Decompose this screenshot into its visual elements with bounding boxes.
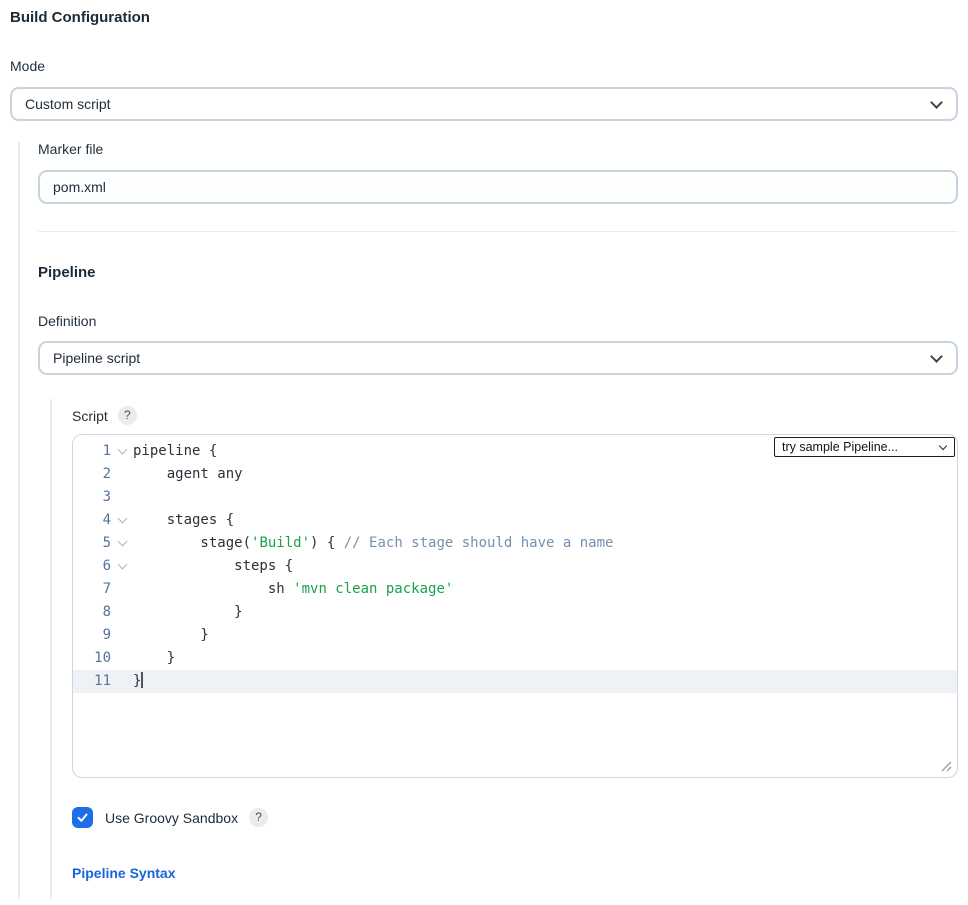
code-text: steps { (133, 555, 293, 578)
code-line[interactable]: 3 (73, 486, 957, 509)
line-number: 6 (73, 555, 111, 578)
sandbox-help-icon[interactable]: ? (249, 808, 268, 827)
custom-script-section: Marker file Pipeline Definition Pipeline… (18, 142, 958, 899)
definition-label: Definition (38, 314, 958, 329)
sandbox-row: Use Groovy Sandbox ? (72, 807, 958, 828)
script-editor[interactable]: 1pipeline {2 agent any34 stages {5 stage… (72, 434, 958, 778)
code-text: } (133, 624, 209, 647)
marker-file-input[interactable] (38, 170, 958, 204)
mode-label: Mode (10, 59, 958, 74)
code-text: } (133, 601, 243, 624)
build-config-page: Build Configuration Mode Custom script M… (0, 0, 968, 899)
definition-select-value: Pipeline script (53, 350, 140, 366)
code-line[interactable]: 11} (73, 670, 957, 693)
code-text: } (133, 670, 143, 693)
code-text: stage('Build') { // Each stage should ha… (133, 532, 613, 555)
code-text: sh 'mvn clean package' (133, 578, 453, 601)
pipeline-script-section: Script ? 1pipeline {2 agent any34 stages… (50, 399, 958, 899)
script-help-icon[interactable]: ? (118, 406, 137, 425)
checkmark-icon (76, 811, 89, 824)
code-line[interactable]: 6 steps { (73, 555, 957, 578)
code-line[interactable]: 4 stages { (73, 509, 957, 532)
code-line[interactable]: 10 } (73, 647, 957, 670)
line-number: 10 (73, 647, 111, 670)
fold-toggle-icon[interactable] (117, 537, 127, 547)
text-cursor (141, 672, 143, 688)
fold-toggle-icon[interactable] (117, 514, 127, 524)
page-title: Build Configuration (10, 10, 958, 26)
code-text: } (133, 647, 175, 670)
marker-file-label: Marker file (38, 142, 958, 157)
line-number: 8 (73, 601, 111, 624)
code-text: agent any (133, 463, 243, 486)
code-text: pipeline { (133, 440, 217, 463)
fold-toggle-icon[interactable] (117, 445, 127, 455)
script-label-row: Script ? (72, 399, 958, 425)
fold-toggle-icon[interactable] (117, 560, 127, 570)
code-line[interactable]: 2 agent any (73, 463, 957, 486)
script-label: Script (72, 408, 108, 424)
code-line[interactable]: 5 stage('Build') { // Each stage should … (73, 532, 957, 555)
section-divider (38, 231, 958, 232)
chevron-down-icon (939, 441, 947, 449)
chevron-down-icon (930, 350, 943, 363)
line-number: 7 (73, 578, 111, 601)
groovy-sandbox-checkbox[interactable] (72, 807, 93, 828)
mode-select-value: Custom script (25, 96, 111, 112)
code-line[interactable]: 9 } (73, 624, 957, 647)
chevron-down-icon (930, 96, 943, 109)
groovy-sandbox-label: Use Groovy Sandbox (105, 810, 238, 826)
line-number: 5 (73, 532, 111, 555)
line-number: 1 (73, 440, 111, 463)
sample-pipeline-select[interactable]: try sample Pipeline... (774, 437, 955, 457)
sample-pipeline-select-value: try sample Pipeline... (782, 440, 898, 454)
code-line[interactable]: 8 } (73, 601, 957, 624)
code-line[interactable]: 7 sh 'mvn clean package' (73, 578, 957, 601)
definition-select[interactable]: Pipeline script (38, 341, 958, 375)
pipeline-heading: Pipeline (38, 264, 958, 281)
line-number: 11 (73, 670, 111, 693)
line-number: 3 (73, 486, 111, 509)
pipeline-syntax-link[interactable]: Pipeline Syntax (72, 865, 175, 881)
code-text: stages { (133, 509, 234, 532)
line-number: 4 (73, 509, 111, 532)
line-number: 2 (73, 463, 111, 486)
line-number: 9 (73, 624, 111, 647)
code-area[interactable]: 1pipeline {2 agent any34 stages {5 stage… (73, 440, 957, 693)
mode-select[interactable]: Custom script (10, 87, 958, 121)
resize-handle-icon[interactable] (941, 761, 952, 772)
